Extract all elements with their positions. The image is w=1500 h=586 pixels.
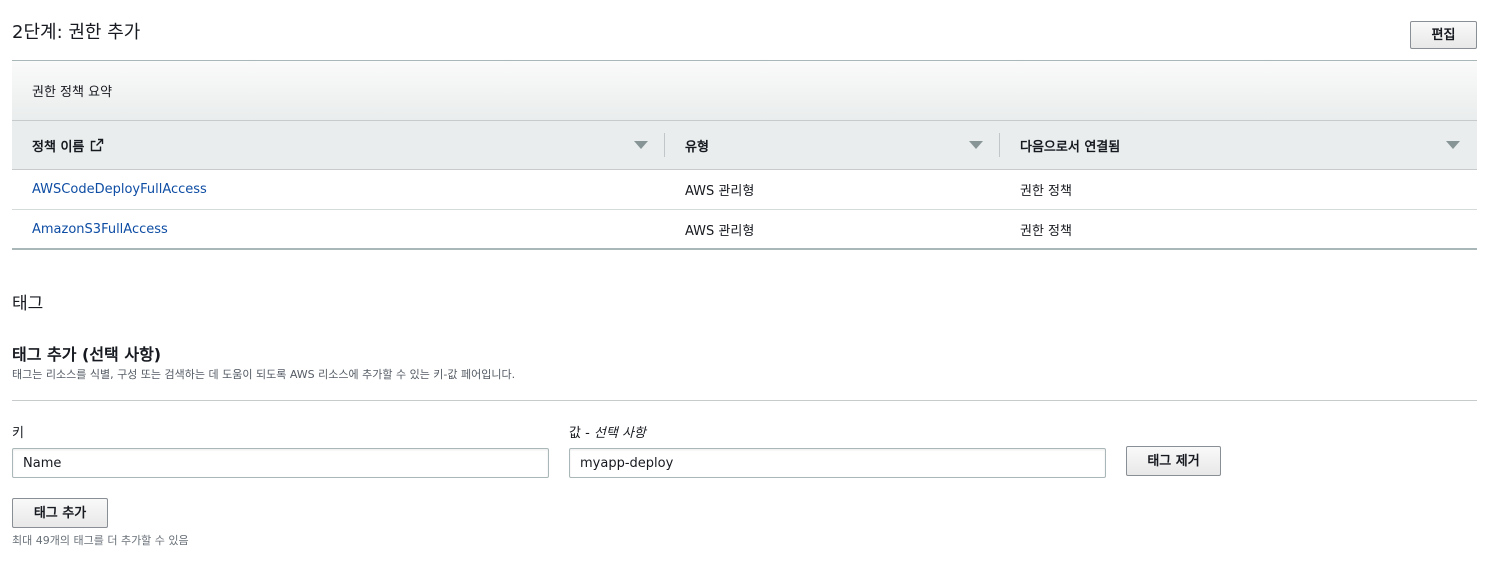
panel-heading: 권한 정책 요약 — [12, 61, 1477, 121]
column-label: 유형 — [685, 139, 709, 155]
column-header-type[interactable]: 유형 — [665, 121, 1000, 169]
table-row: AWSCodeDeployFullAccess AWS 관리형 권한 정책 — [12, 170, 1477, 210]
tag-key-input[interactable] — [12, 448, 549, 478]
policy-link[interactable]: AmazonS3FullAccess — [32, 222, 168, 237]
tag-value-input[interactable] — [569, 448, 1106, 478]
column-label: 다음으로서 연결됨 — [1020, 139, 1121, 155]
tag-limit-hint: 최대 49개의 태그를 더 추가할 수 있음 — [12, 534, 189, 547]
policy-type: AWS 관리형 — [685, 184, 755, 199]
edit-button[interactable]: 편집 — [1410, 21, 1477, 49]
value-optional-text: 선택 사항 — [593, 426, 646, 441]
key-label: 키 — [12, 426, 24, 441]
value-label: 값 - 선택 사항 — [569, 422, 646, 441]
remove-tag-button[interactable]: 태그 제거 — [1126, 446, 1221, 476]
column-header-attached-as[interactable]: 다음으로서 연결됨 — [1000, 121, 1477, 169]
permissions-summary-panel: 권한 정책 요약 정책 이름 유형 다음으로서 연결됨 AWSCodeDeplo… — [12, 60, 1477, 251]
add-tags-title: 태그 추가 (선택 사항) — [12, 345, 162, 364]
caret-down-icon[interactable] — [634, 141, 648, 149]
policy-attached-as: 권한 정책 — [1020, 184, 1072, 199]
add-tags-description: 태그는 리소스를 식별, 구성 또는 검색하는 데 도움이 되도록 AWS 리소… — [12, 368, 516, 381]
caret-down-icon[interactable] — [1446, 141, 1460, 149]
page-title: 2단계: 권한 추가 — [12, 22, 141, 43]
divider — [12, 400, 1477, 401]
tags-section-title: 태그 — [12, 294, 44, 314]
value-label-text: 값 - — [569, 426, 594, 441]
policy-link[interactable]: AWSCodeDeployFullAccess — [32, 182, 207, 197]
caret-down-icon[interactable] — [969, 141, 983, 149]
table-header: 정책 이름 유형 다음으로서 연결됨 — [12, 121, 1477, 170]
policy-attached-as: 권한 정책 — [1020, 223, 1072, 239]
column-header-policy-name[interactable]: 정책 이름 — [12, 121, 665, 169]
table-row: AmazonS3FullAccess AWS 관리형 권한 정책 — [12, 210, 1477, 250]
add-tag-button[interactable]: 태그 추가 — [12, 498, 108, 528]
policy-type: AWS 관리형 — [685, 223, 755, 239]
column-label: 정책 이름 — [32, 139, 85, 155]
external-link-icon — [91, 138, 104, 152]
